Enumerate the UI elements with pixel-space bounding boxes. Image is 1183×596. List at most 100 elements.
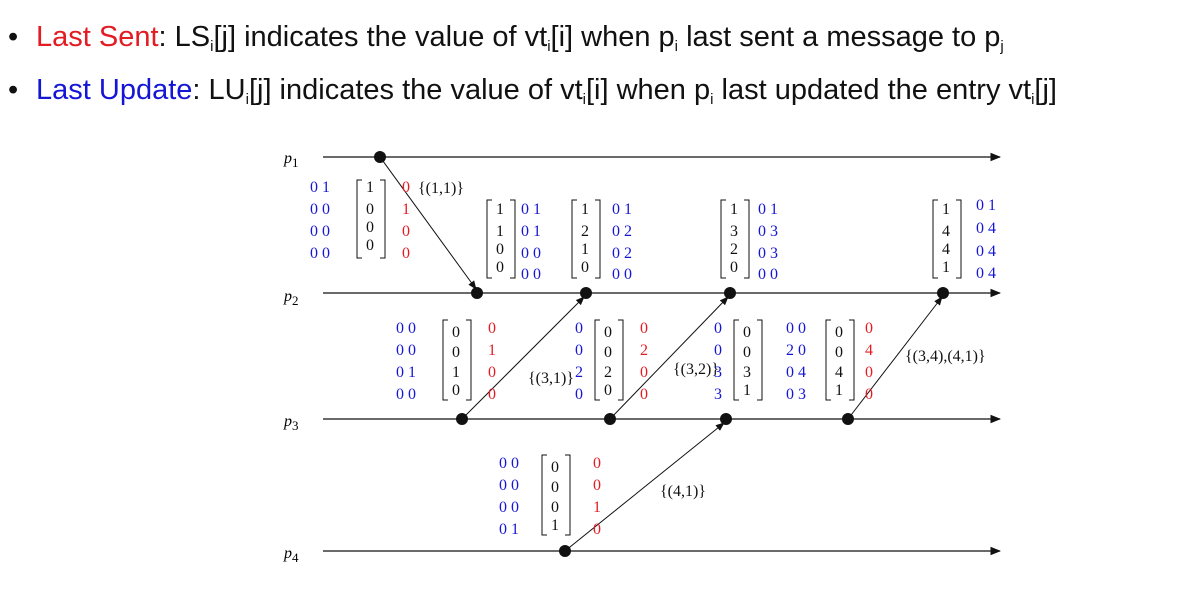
svg-text:1: 1 — [551, 517, 559, 534]
svg-text:3: 3 — [743, 364, 751, 381]
event-dot — [724, 287, 736, 299]
svg-text:0: 0 — [640, 364, 648, 381]
svg-text:0 4: 0 4 — [976, 265, 996, 282]
svg-text:0 4: 0 4 — [976, 243, 996, 260]
message-label: {(4,1)} — [660, 483, 706, 500]
svg-text:1: 1 — [730, 201, 738, 218]
event-dot — [471, 287, 483, 299]
svg-text:0 2: 0 2 — [612, 223, 632, 240]
svg-text:0: 0 — [488, 364, 496, 381]
svg-text:0 0: 0 0 — [499, 455, 519, 472]
svg-text:1: 1 — [402, 201, 410, 218]
event-dot — [559, 545, 571, 557]
state-p2-b: 1 2 1 0 0 1 0 2 0 2 0 0 — [571, 199, 632, 283]
message-p1-to-p2 — [379, 156, 477, 290]
process-label-p2: p2 — [283, 288, 299, 308]
message-label: {(3,4),(4,1)} — [905, 348, 986, 365]
svg-text:1: 1 — [366, 179, 374, 196]
event-dot — [604, 413, 616, 425]
message-label: {(3,2)} — [673, 361, 719, 378]
svg-text:0: 0 — [366, 219, 374, 236]
svg-text:0: 0 — [488, 386, 496, 403]
svg-text:0: 0 — [402, 245, 410, 262]
svg-text:0: 0 — [551, 459, 559, 476]
svg-text:0 0: 0 0 — [786, 320, 806, 337]
svg-text:4: 4 — [835, 364, 843, 381]
svg-text:0: 0 — [743, 344, 751, 361]
svg-text:0: 0 — [593, 455, 601, 472]
svg-text:0 3: 0 3 — [786, 386, 806, 403]
vector-clock-diagram: p1 p2 p3 p4 {(1,1)} {(3,1)} {(3,2)} {(4,… — [283, 150, 1002, 565]
svg-text:0 3: 0 3 — [758, 223, 778, 240]
svg-text:0: 0 — [551, 499, 559, 516]
state-p2-c: 1 3 2 0 0 1 0 3 0 3 0 0 — [720, 199, 778, 283]
svg-text:0 0: 0 0 — [396, 386, 416, 403]
svg-text:3: 3 — [730, 223, 738, 240]
svg-text:0: 0 — [865, 320, 873, 337]
svg-text:0 0: 0 0 — [499, 499, 519, 516]
state-p1: 0 1 0 0 0 0 0 0 1 0 0 0 0 1 0 0 — [310, 179, 410, 262]
svg-text:4: 4 — [865, 342, 873, 359]
svg-text:0 0: 0 0 — [612, 266, 632, 283]
svg-text:2: 2 — [575, 364, 583, 381]
svg-text:0: 0 — [730, 259, 738, 276]
svg-text:4: 4 — [942, 241, 950, 258]
svg-text:0 4: 0 4 — [976, 220, 996, 237]
svg-text:0: 0 — [575, 386, 583, 403]
svg-text:0 1: 0 1 — [521, 223, 541, 240]
svg-text:0 0: 0 0 — [521, 245, 541, 262]
state-p2-a: 1 1 0 0 0 1 0 1 0 0 0 0 — [486, 199, 541, 283]
svg-text:0 1: 0 1 — [499, 521, 519, 538]
svg-text:1: 1 — [496, 223, 504, 240]
state-p2-d: 1 4 4 1 0 1 0 4 0 4 0 4 — [932, 197, 996, 282]
message-label: {(1,1)} — [418, 180, 464, 197]
svg-text:0: 0 — [575, 342, 583, 359]
event-dot — [937, 287, 949, 299]
svg-text:1: 1 — [942, 259, 950, 276]
svg-text:1: 1 — [488, 342, 496, 359]
process-label-p4: p4 — [283, 545, 299, 565]
svg-text:0 4: 0 4 — [786, 364, 806, 381]
svg-text:1: 1 — [593, 499, 601, 516]
process-label-p3: p3 — [283, 413, 299, 433]
svg-text:0 0: 0 0 — [310, 201, 330, 218]
state-p3-a: 0 0 0 0 0 1 0 0 0 0 1 0 0 1 0 0 — [396, 319, 496, 403]
svg-text:0: 0 — [366, 237, 374, 254]
svg-text:2: 2 — [604, 364, 612, 381]
svg-text:0: 0 — [575, 320, 583, 337]
svg-text:0: 0 — [714, 342, 722, 359]
event-dot — [374, 151, 386, 163]
svg-text:2: 2 — [640, 342, 648, 359]
svg-text:0: 0 — [402, 223, 410, 240]
svg-text:0: 0 — [835, 324, 843, 341]
event-dot — [580, 287, 592, 299]
svg-text:3: 3 — [714, 386, 722, 403]
process-label-p1: p1 — [283, 150, 299, 170]
svg-text:0 1: 0 1 — [976, 197, 996, 214]
event-dot — [456, 413, 468, 425]
svg-text:3: 3 — [714, 364, 722, 381]
svg-text:0 0: 0 0 — [758, 266, 778, 283]
svg-text:0: 0 — [865, 364, 873, 381]
svg-text:0 1: 0 1 — [396, 364, 416, 381]
svg-text:0 1: 0 1 — [310, 179, 330, 196]
event-dot — [720, 413, 732, 425]
message-p3-to-p2-first — [461, 296, 585, 420]
svg-text:1: 1 — [581, 241, 589, 258]
message-p3-to-p2-second — [609, 296, 729, 420]
svg-text:0: 0 — [593, 477, 601, 494]
svg-text:0: 0 — [714, 320, 722, 337]
svg-text:4: 4 — [942, 223, 950, 240]
svg-text:0: 0 — [452, 344, 460, 361]
svg-text:0: 0 — [865, 386, 873, 403]
svg-text:0 0: 0 0 — [521, 266, 541, 283]
svg-text:0: 0 — [496, 241, 504, 258]
svg-text:0 0: 0 0 — [499, 477, 519, 494]
svg-text:1: 1 — [743, 382, 751, 399]
state-p3-c: 0 0 3 3 0 0 3 1 — [714, 319, 763, 403]
svg-text:0 1: 0 1 — [521, 201, 541, 218]
event-dot — [842, 413, 854, 425]
svg-text:0 1: 0 1 — [758, 201, 778, 218]
svg-text:2: 2 — [581, 223, 589, 240]
message-label: {(3,1)} — [528, 370, 574, 387]
